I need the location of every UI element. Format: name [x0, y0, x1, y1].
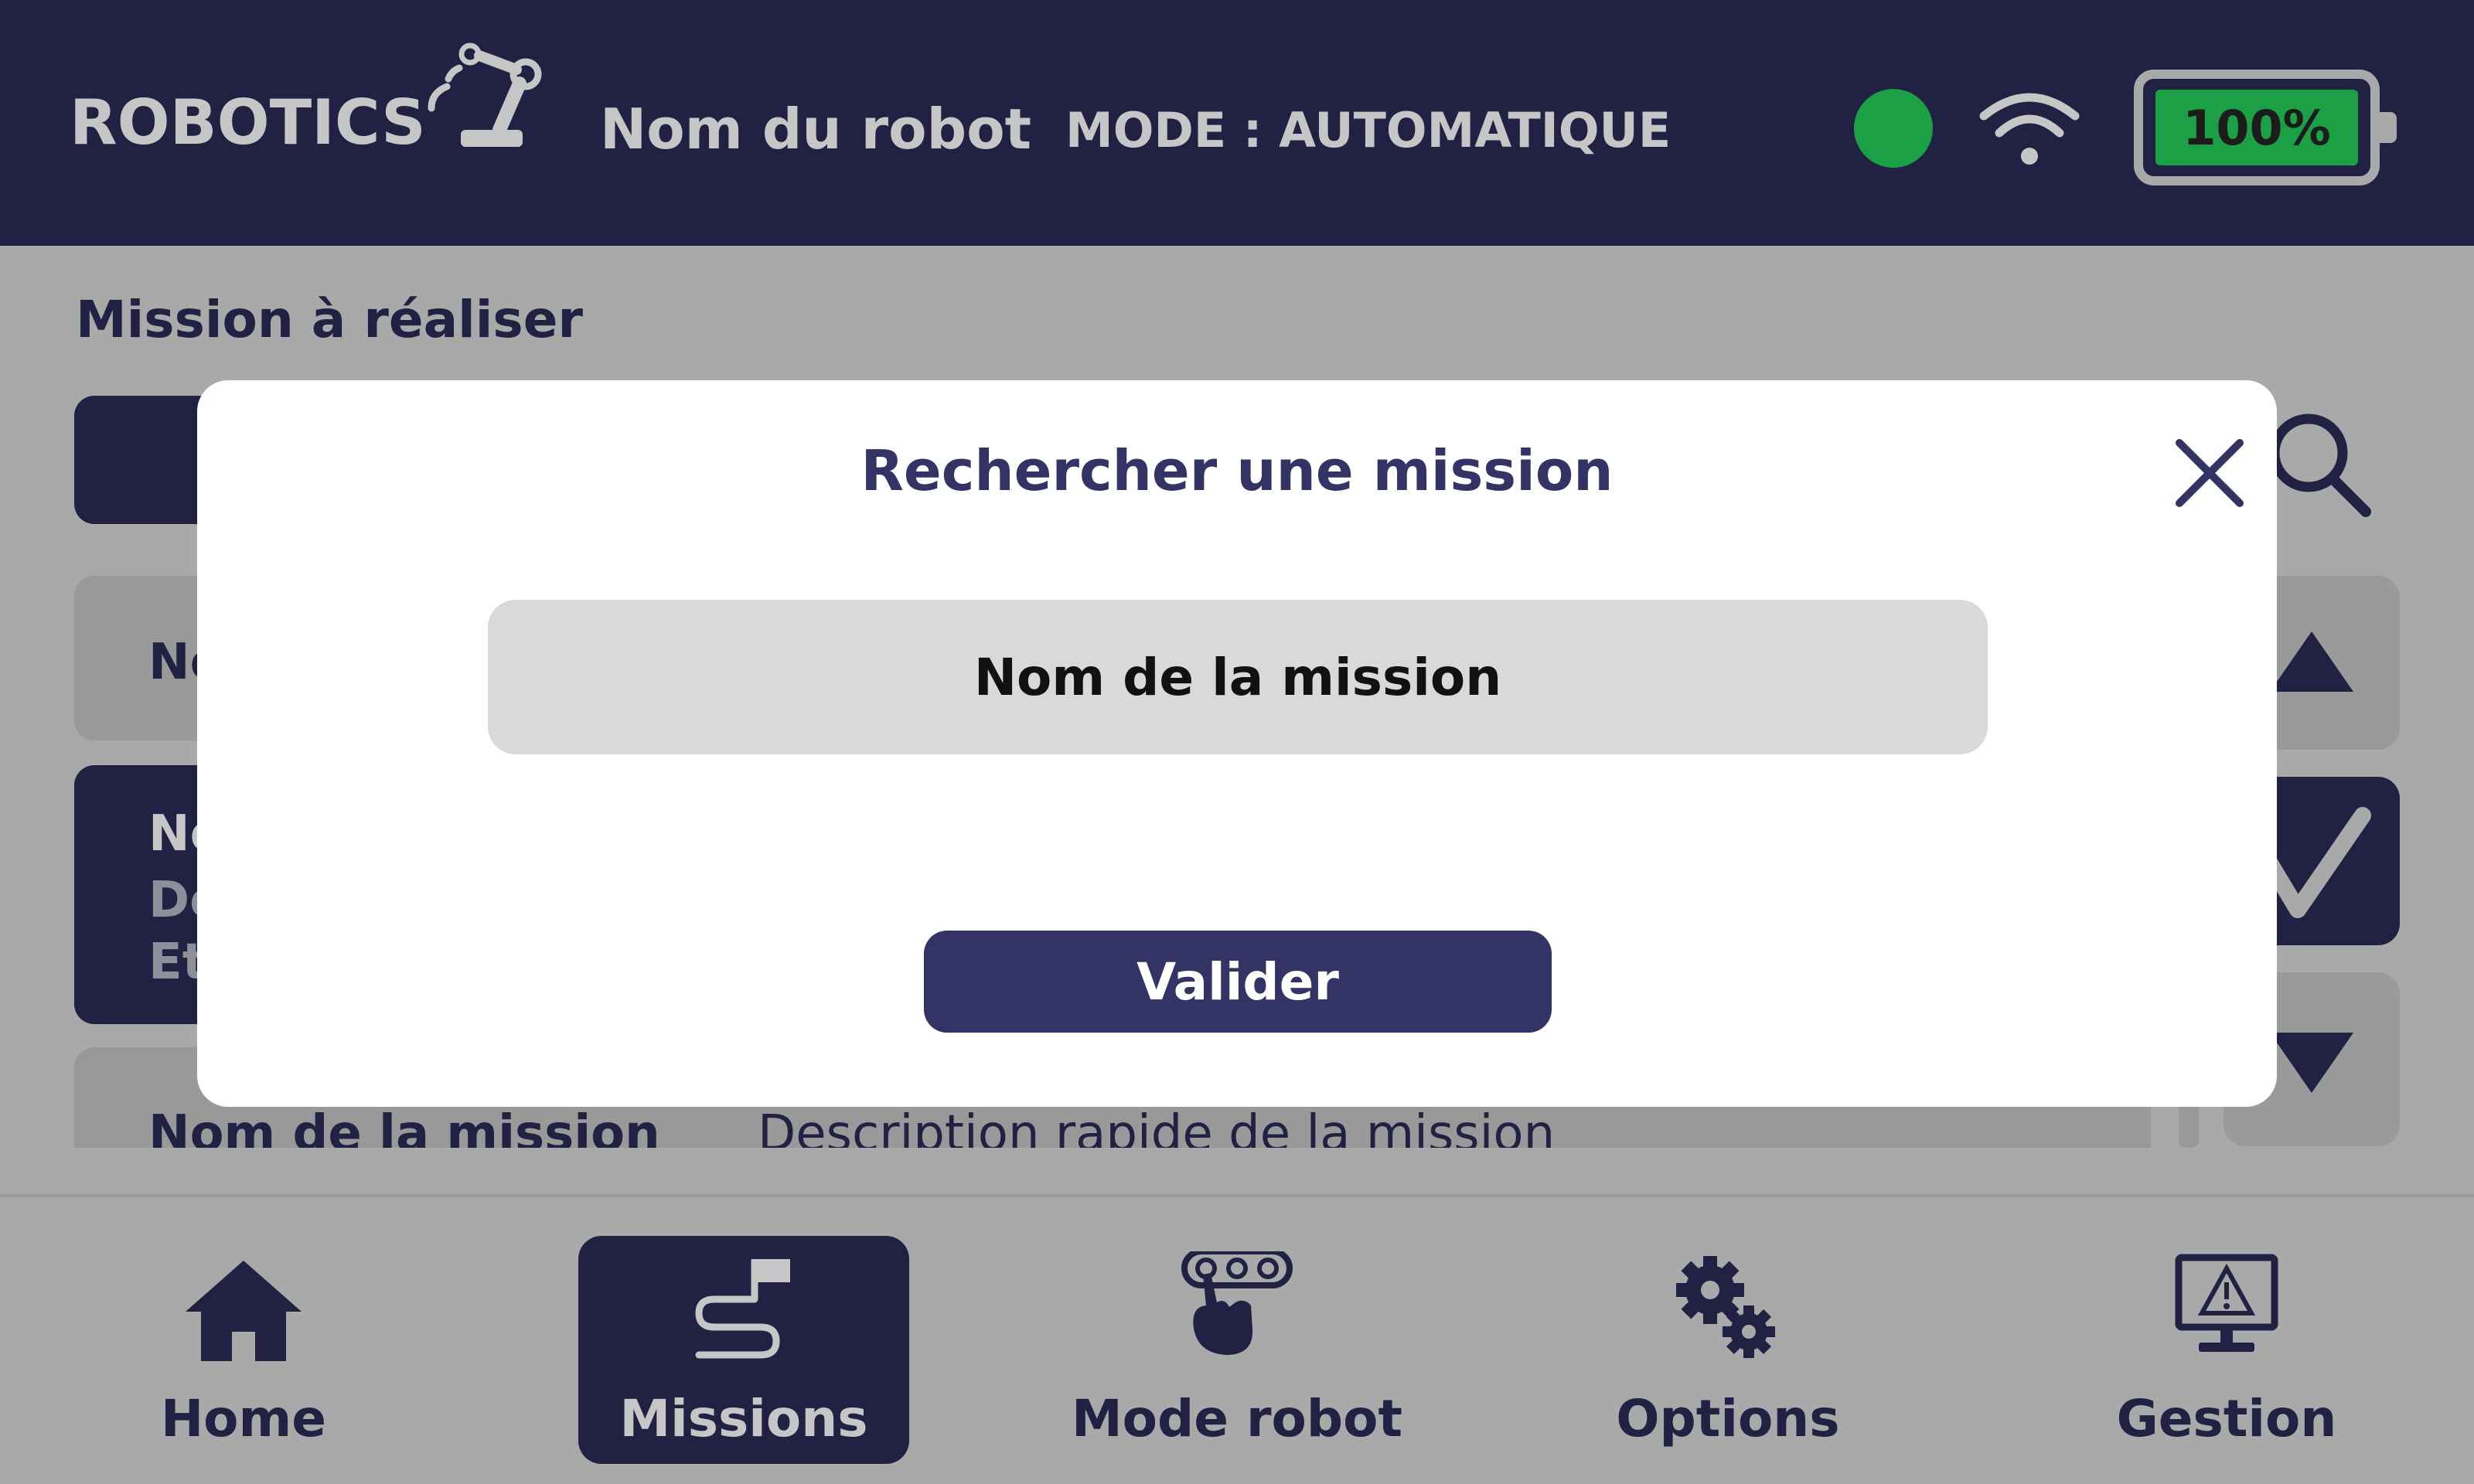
connection-status-dot [1854, 89, 1933, 168]
nav-label: Missions [619, 1389, 868, 1448]
nav-label: Mode robot [1071, 1389, 1403, 1448]
monitor-warning-icon [2175, 1254, 2278, 1352]
search-icon[interactable] [2265, 402, 2373, 526]
app-header: ROBOTICS Nom du robot MODE : AUTOMATIQUE… [0, 0, 2474, 246]
nav-item-options[interactable]: Options [1577, 1236, 1879, 1464]
robot-mode-icon [1181, 1251, 1293, 1355]
nav-label: Gestion [2116, 1389, 2337, 1448]
nav-item-home[interactable]: Home [124, 1236, 363, 1464]
brand-logo-text: ROBOTICS [70, 87, 426, 158]
validate-button[interactable]: Valider [924, 931, 1552, 1033]
bottom-navigation: Home Missions Mode robot Options Gestion [0, 1194, 2474, 1484]
nav-item-mode-robot[interactable]: Mode robot [1051, 1236, 1423, 1464]
mission-item-name: Nom de la mission [148, 1105, 660, 1148]
mission-item-description: Description rapide de la mission [758, 1105, 1556, 1148]
search-mission-dialog: Rechercher une mission Valider [197, 380, 2277, 1107]
home-icon [186, 1261, 302, 1361]
battery-level-fill: 100% [2155, 90, 2358, 165]
nav-label: Options [1616, 1389, 1840, 1448]
robot-arm-logo-icon [428, 43, 542, 147]
wifi-icon [1979, 93, 2080, 165]
robot-mode-status: MODE : AUTOMATIQUE [1065, 102, 1671, 158]
gears-icon [1676, 1256, 1775, 1358]
robot-name: Nom du robot [600, 97, 1032, 162]
mission-name-input[interactable] [488, 600, 1988, 754]
close-icon[interactable] [2167, 431, 2252, 516]
battery-indicator: 100% [2134, 70, 2380, 186]
nav-item-gestion[interactable]: Gestion [2087, 1236, 2366, 1464]
battery-percentage: 100% [2183, 99, 2331, 156]
dialog-title: Rechercher une mission [860, 438, 1614, 503]
section-title: Mission à réaliser [76, 290, 584, 349]
nav-item-missions[interactable]: Missions [578, 1236, 909, 1464]
battery-tip [2380, 112, 2397, 143]
nav-label: Home [160, 1389, 327, 1448]
mission-flag-icon [695, 1259, 790, 1359]
